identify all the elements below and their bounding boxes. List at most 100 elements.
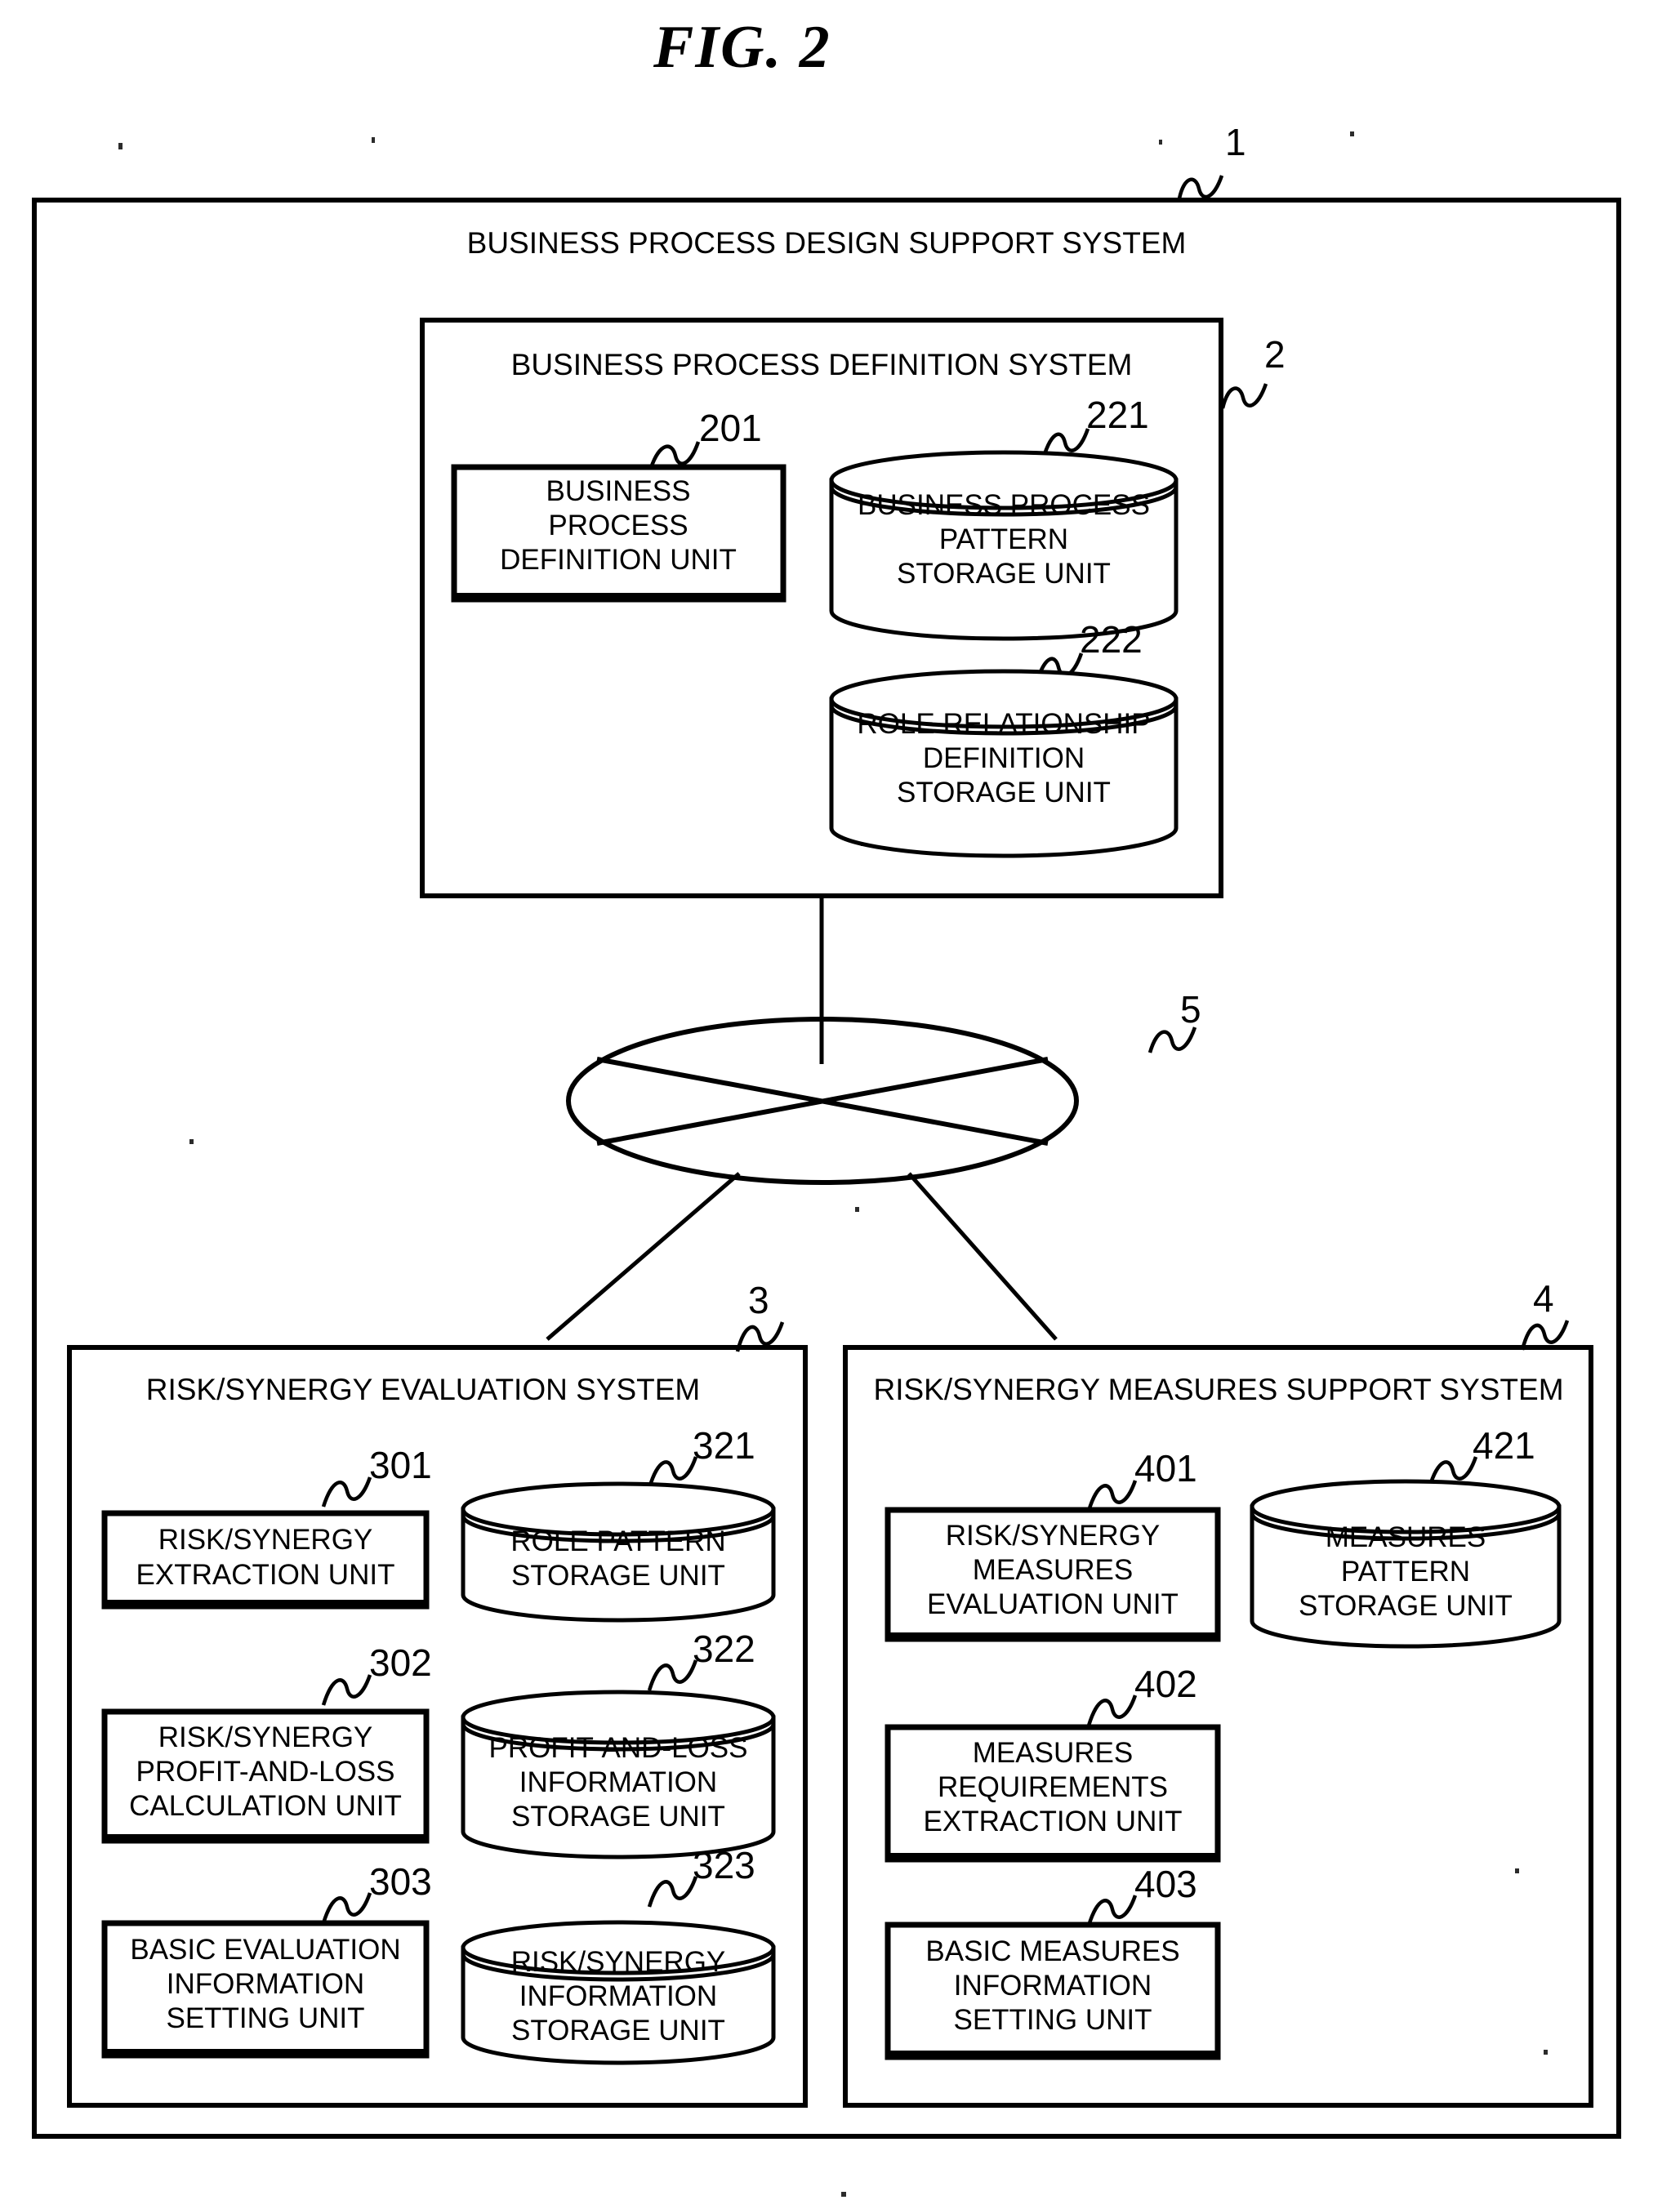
figure-page: FIG. 2 BUSINESS PROCESS DESIGN SUPPORT S… [0, 0, 1680, 2200]
unit-201-line-3: DEFINITION UNIT [500, 544, 737, 576]
leader-squiggle-303 [321, 1892, 372, 1924]
unit-403-line-3: SETTING UNIT [953, 2004, 1152, 2036]
unit-402-line-2: REQUIREMENTS [938, 1771, 1168, 1803]
ref-label-201: 201 [699, 407, 762, 449]
ref-label-403: 403 [1134, 1863, 1197, 1905]
unit-303: 303 BASIC EVALUATION INFORMATION SETTING… [101, 1860, 432, 2059]
unit-301-shadow [107, 1600, 426, 1607]
scan-speck [372, 137, 375, 143]
storage-221-line-2: PATTERN [939, 523, 1068, 555]
unit-201-shadow [457, 593, 783, 600]
unit-301-line-1: RISK/SYNERGY [158, 1524, 373, 1556]
leader-squiggle-403 [1086, 1895, 1138, 1926]
unit-403-line-1: BASIC MEASURES [925, 1935, 1179, 1967]
unit-302-line-2: PROFIT-AND-LOSS [136, 1756, 395, 1788]
storage-322-line-1: PROFIT-AND-LOSS [489, 1732, 748, 1764]
unit-302-line-3: CALCULATION UNIT [129, 1790, 402, 1822]
ref-label-401: 401 [1134, 1447, 1197, 1490]
ref-label-5: 5 [1180, 988, 1201, 1031]
patent-figure-canvas: FIG. 2 BUSINESS PROCESS DESIGN SUPPORT S… [32, 14, 1621, 2197]
storage-323-line-1: RISK/SYNERGY [511, 1946, 726, 1978]
scan-speck [855, 1207, 859, 1212]
measures-system-title: RISK/SYNERGY MEASURES SUPPORT SYSTEM [873, 1373, 1563, 1406]
storage-222: 222 ROLE RELATIONSHIP DEFINITION STORAGE… [829, 618, 1179, 858]
leader-squiggle-201 [648, 441, 701, 469]
storage-322-line-3: STORAGE UNIT [511, 1801, 725, 1833]
storage-222-line-3: STORAGE UNIT [897, 777, 1111, 808]
unit-401-shadow [890, 1632, 1218, 1640]
storage-322-line-2: INFORMATION [519, 1766, 717, 1798]
ref-label-421: 421 [1473, 1424, 1535, 1467]
unit-402-line-3: EXTRACTION UNIT [924, 1806, 1183, 1837]
scan-speck [1544, 2050, 1548, 2055]
storage-221: 221 BUSINESS PROCESS PATTERN STORAGE UNI… [829, 394, 1179, 641]
ref-label-302: 302 [369, 1641, 432, 1684]
ref-label-3: 3 [748, 1279, 769, 1321]
ref-label-322: 322 [693, 1628, 755, 1670]
ref-label-4: 4 [1533, 1277, 1554, 1320]
ref-label-402: 402 [1134, 1663, 1197, 1705]
storage-323: 323 RISK/SYNERGY INFORMATION STORAGE UNI… [461, 1844, 776, 2065]
unit-201: 201 BUSINESS PROCESS DEFINITION UNIT [451, 407, 787, 603]
storage-321-line-1: ROLE PATTERN [510, 1525, 725, 1557]
ref-label-221: 221 [1086, 394, 1149, 436]
ref-label-301: 301 [369, 1444, 432, 1486]
unit-403: 403 BASIC MEASURES INFORMATION SETTING U… [885, 1863, 1221, 2060]
storage-321: 321 ROLE PATTERN STORAGE UNIT [461, 1424, 776, 1623]
unit-301-line-2: EXTRACTION UNIT [136, 1559, 395, 1591]
unit-401-line-3: EVALUATION UNIT [927, 1588, 1179, 1620]
ref-label-303: 303 [369, 1860, 432, 1903]
scan-speck [1350, 131, 1354, 136]
leader-squiggle-5 [1147, 1027, 1197, 1053]
storage-221-line-1: BUSINESS PROCESS [858, 489, 1150, 521]
ref-label-222: 222 [1080, 618, 1143, 661]
scan-speck [189, 1139, 194, 1144]
outer-system-title: BUSINESS PROCESS DESIGN SUPPORT SYSTEM [467, 226, 1187, 260]
leader-squiggle-322 [647, 1659, 698, 1691]
unit-401-line-2: MEASURES [973, 1554, 1133, 1586]
scan-speck [1159, 140, 1162, 145]
unit-201-line-2: PROCESS [548, 510, 688, 541]
unit-303-line-3: SETTING UNIT [166, 2002, 364, 2034]
leader-squiggle-401 [1086, 1480, 1138, 1512]
leader-squiggle-2 [1220, 383, 1268, 409]
storage-221-line-3: STORAGE UNIT [897, 558, 1111, 590]
leader-squiggle-323 [647, 1876, 698, 1908]
unit-401: 401 RISK/SYNERGY MEASURES EVALUATION UNI… [885, 1447, 1221, 1642]
storage-321-line-2: STORAGE UNIT [511, 1560, 725, 1592]
ref-label-1: 1 [1225, 121, 1246, 163]
definition-system-title: BUSINESS PROCESS DEFINITION SYSTEM [511, 348, 1133, 381]
ref-label-321: 321 [693, 1424, 755, 1467]
storage-421: 421 MEASURES PATTERN STORAGE UNIT [1250, 1424, 1562, 1649]
unit-402: 402 MEASURES REQUIREMENTS EXTRACTION UNI… [885, 1663, 1221, 1863]
unit-402-shadow [890, 1853, 1218, 1860]
unit-302: 302 RISK/SYNERGY PROFIT-AND-LOSS CALCULA… [101, 1641, 432, 1844]
connector-network-to-measures [907, 1172, 1058, 1341]
network-5: 5 [566, 988, 1201, 1185]
evaluation-system-3: RISK/SYNERGY EVALUATION SYSTEM 3 301 RIS… [67, 1279, 808, 2108]
ref-label-2: 2 [1264, 333, 1286, 376]
unit-303-line-1: BASIC EVALUATION [130, 1934, 400, 1966]
ref-label-323: 323 [693, 1844, 755, 1886]
leader-squiggle-301 [321, 1476, 372, 1507]
unit-303-line-2: INFORMATION [167, 1968, 364, 2000]
unit-201-line-1: BUSINESS [546, 475, 691, 507]
unit-303-shadow [107, 2049, 426, 2056]
unit-403-line-2: INFORMATION [954, 1970, 1152, 2002]
storage-421-line-2: PATTERN [1341, 1556, 1470, 1588]
connector-network-to-evaluation [546, 1172, 741, 1341]
storage-323-line-3: STORAGE UNIT [511, 2015, 725, 2046]
leader-squiggle-302 [321, 1674, 372, 1706]
unit-301: 301 RISK/SYNERGY EXTRACTION UNIT [101, 1444, 432, 1610]
leader-squiggle-1 [1177, 175, 1224, 199]
unit-302-line-1: RISK/SYNERGY [158, 1721, 373, 1753]
leader-squiggle-402 [1086, 1695, 1138, 1726]
evaluation-system-title: RISK/SYNERGY EVALUATION SYSTEM [146, 1373, 701, 1406]
storage-222-line-2: DEFINITION [923, 742, 1085, 774]
unit-302-shadow [107, 1834, 426, 1841]
scan-speck [1515, 1868, 1519, 1873]
unit-402-line-1: MEASURES [973, 1737, 1133, 1769]
measures-system-4: RISK/SYNERGY MEASURES SUPPORT SYSTEM 4 4… [843, 1277, 1593, 2108]
storage-421-line-3: STORAGE UNIT [1299, 1590, 1513, 1622]
scan-speck [118, 143, 123, 149]
